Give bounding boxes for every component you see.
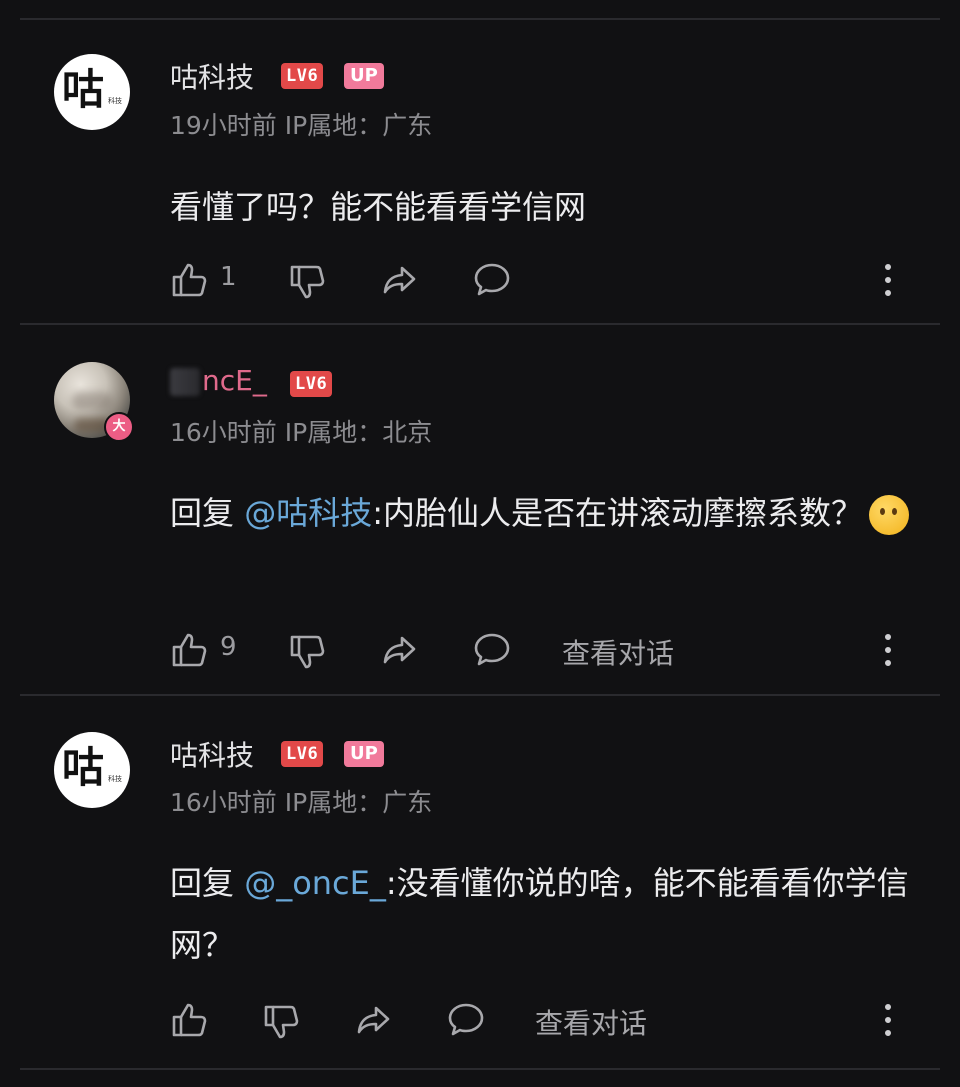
avatar[interactable]: 咕 科技 [54,732,130,808]
comment-text: 看懂了吗？能不能看看学信网 [170,176,910,238]
up-badge: UP [344,63,384,89]
avatar-glyph: 咕 [62,65,105,114]
more-vertical-icon[interactable] [880,262,896,302]
dislike-button[interactable] [288,632,328,672]
comment-meta: 16小时前 IP属地：广东 [170,788,433,817]
share-icon [383,266,416,294]
thumbs-up-icon [172,263,207,297]
comment-text: 回复 @咕科技:内胎仙人是否在讲滚动摩擦系数？ [170,482,910,544]
avatar-glyph: 咕 [62,743,105,792]
like-count: 9 [220,632,237,662]
more-vertical-icon[interactable] [880,632,896,672]
like-button[interactable] [170,630,210,670]
comment-text: 回复 @_oncE_:没看懂你说的啥，能不能看看你学信网？ [170,852,910,976]
level-badge: LV6 [290,371,333,397]
mention-link[interactable]: @咕科技 [244,494,372,532]
comment-icon [448,1003,484,1036]
comment-meta: 19小时前 IP属地：广东 [170,111,433,140]
thumbs-down-icon [290,265,325,299]
reply-prefix: 回复 [170,494,245,532]
more-vertical-icon[interactable] [880,1002,896,1042]
dislike-button[interactable] [288,262,328,302]
bottom-divider [20,1068,940,1070]
like-button[interactable] [170,1000,210,1040]
username[interactable]: ncE_ [170,364,267,397]
up-badge: UP [344,741,384,767]
level-badge: LV6 [281,63,324,89]
level-badge: LV6 [281,741,324,767]
view-conversation-link[interactable]: 查看对话 [562,632,674,672]
comment-meta: 16小时前 IP属地：北京 [170,418,433,447]
thumbs-down-icon [264,1005,299,1039]
comment-divider [20,694,940,696]
thumbs-up-icon [172,1003,207,1037]
thumbs-up-icon [172,633,207,667]
vip-badge: 大 [104,412,134,442]
username-blur [170,368,200,396]
username[interactable]: 咕科技 [170,56,254,96]
reply-button[interactable] [472,260,512,300]
mention-link[interactable]: @_oncE_ [244,864,386,902]
username[interactable]: 咕科技 [170,734,254,774]
view-conversation-link[interactable]: 查看对话 [535,1002,647,1042]
share-icon [383,636,416,664]
share-button[interactable] [354,1000,394,1040]
dislike-button[interactable] [262,1002,302,1042]
avatar[interactable]: 咕 科技 [54,54,130,130]
like-button[interactable] [170,260,210,300]
comment-icon [474,633,510,666]
share-button[interactable] [380,630,420,670]
reply-button[interactable] [472,630,512,670]
share-button[interactable] [380,260,420,300]
comment-icon [474,263,510,296]
comment-divider [20,323,940,325]
thinking-emoji-icon [869,495,909,535]
username-text: ncE_ [202,364,267,397]
comment-body: :内胎仙人是否在讲滚动摩擦系数？ [372,494,863,532]
reply-prefix: 回复 [170,864,245,902]
comment-body: 看懂了吗？能不能看看学信网 [170,188,587,226]
reply-button[interactable] [446,1000,486,1040]
avatar-caption: 科技 [108,97,122,105]
like-count: 1 [220,262,237,292]
avatar-caption: 科技 [108,775,122,783]
top-divider [20,18,940,20]
share-icon [357,1006,390,1034]
thumbs-down-icon [290,635,325,669]
